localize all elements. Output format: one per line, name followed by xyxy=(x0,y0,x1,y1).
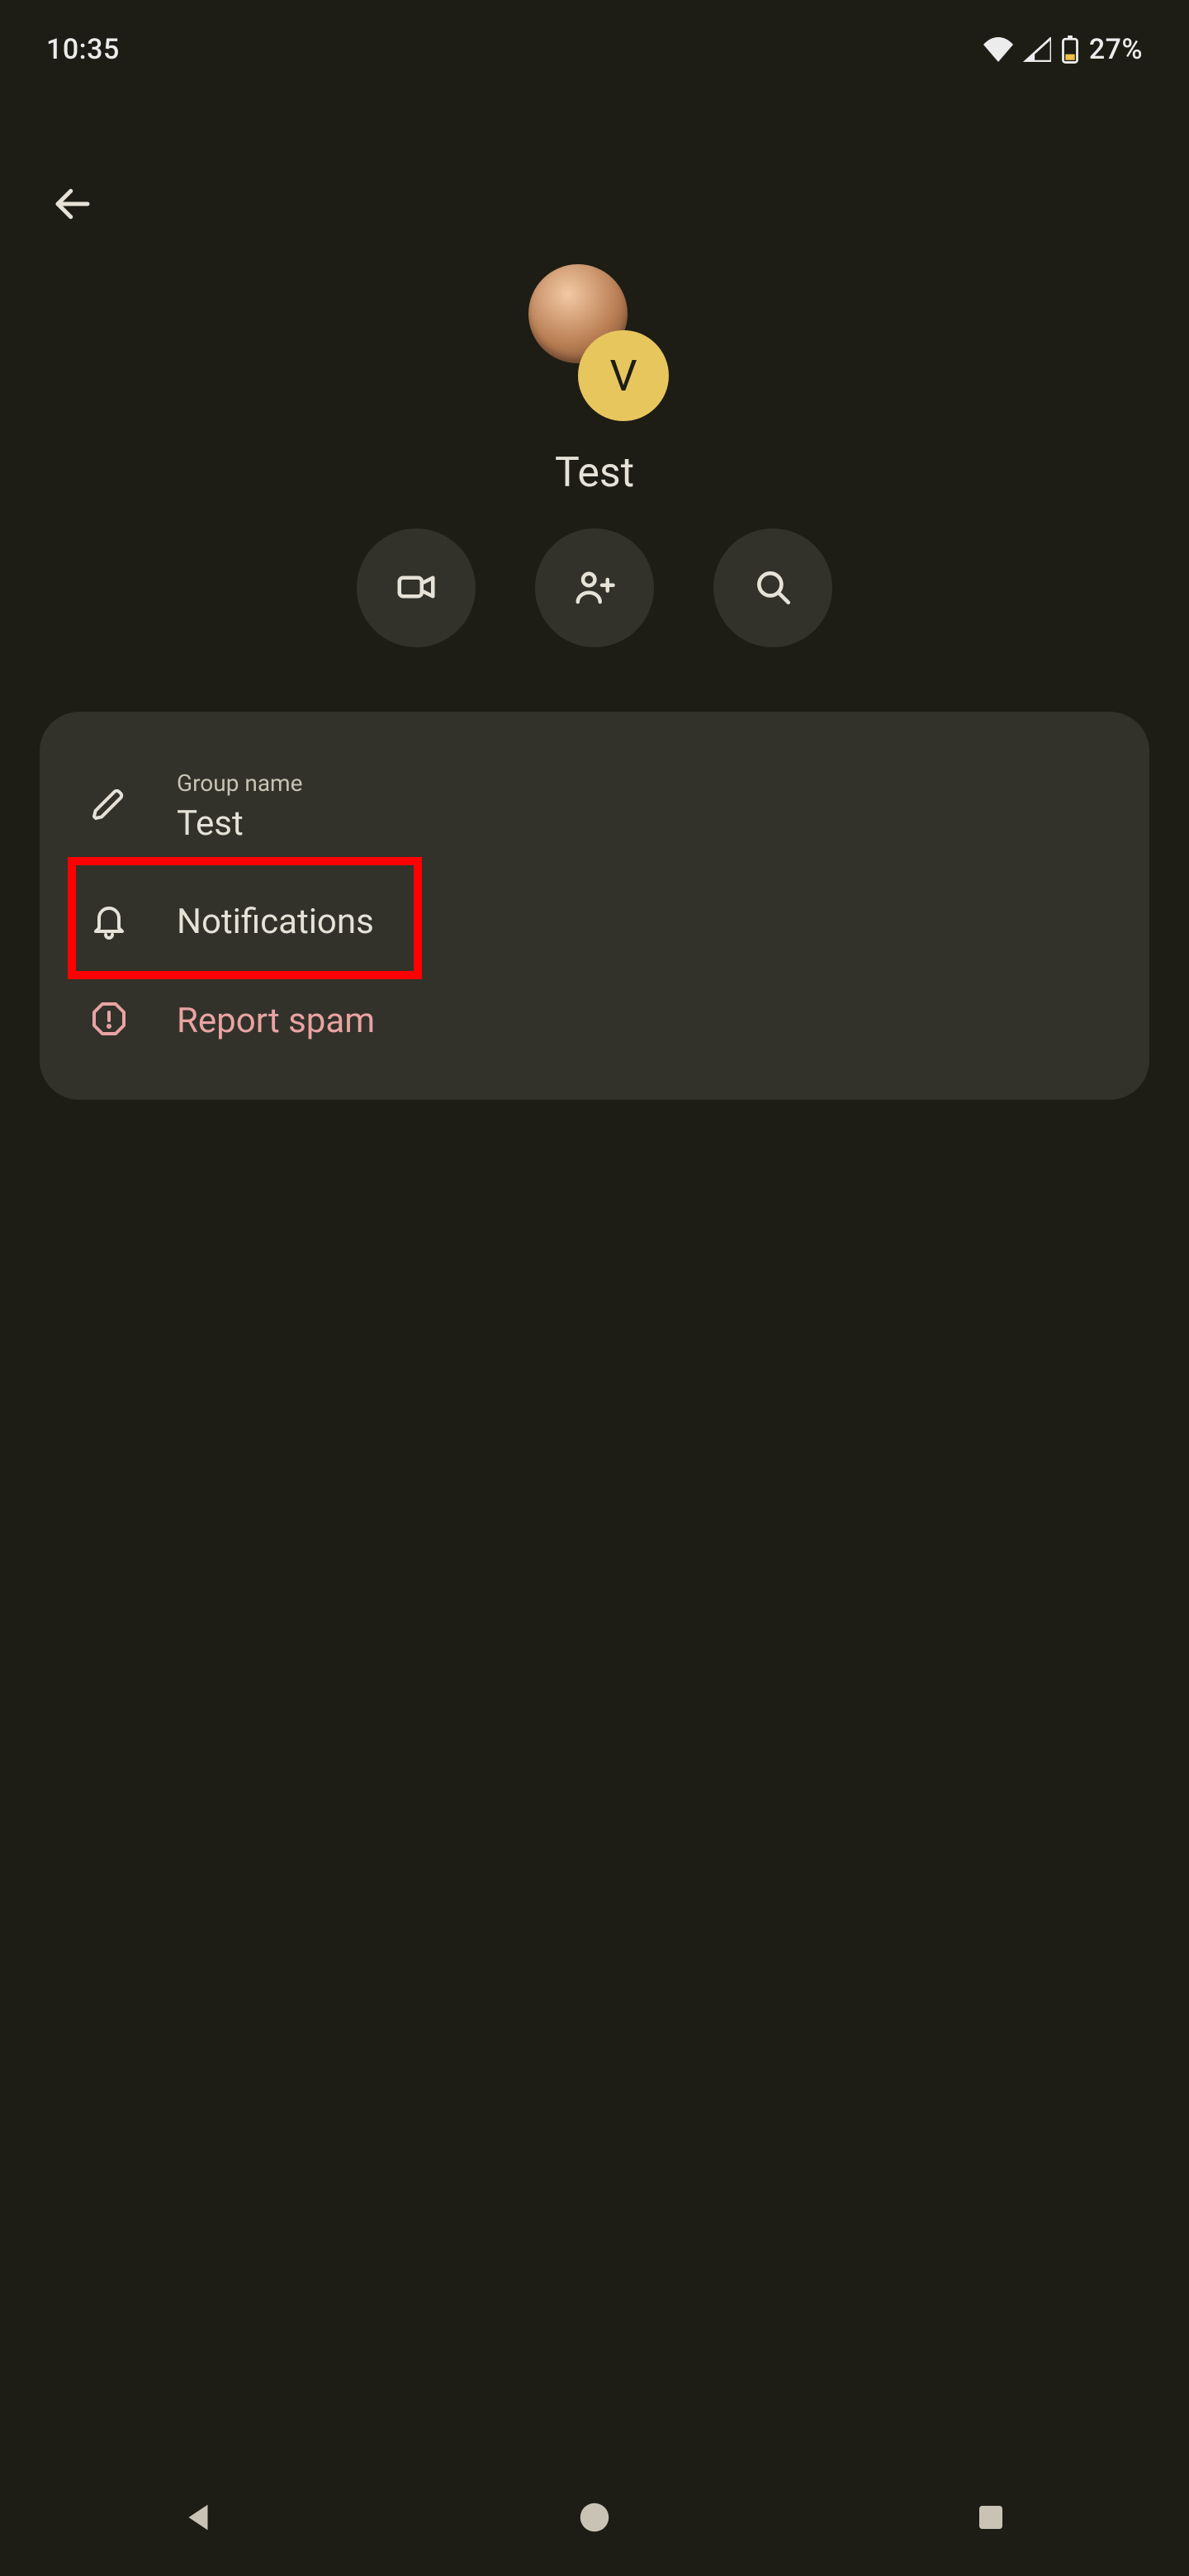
group-header: V Test xyxy=(0,264,1189,497)
nav-recents-button[interactable] xyxy=(908,2477,1073,2559)
wifi-icon xyxy=(983,37,1013,62)
add-person-button[interactable] xyxy=(535,528,654,647)
search-icon xyxy=(752,566,793,610)
notifications-label: Notifications xyxy=(177,902,374,942)
page-title: Test xyxy=(555,449,634,497)
avatar-stack[interactable]: V xyxy=(520,264,669,421)
nav-home-icon xyxy=(576,2498,613,2539)
status-bar: 10:35 27% xyxy=(0,0,1189,99)
notifications-row[interactable]: Notifications xyxy=(40,872,1149,971)
back-button[interactable] xyxy=(33,165,112,244)
group-name-row[interactable]: Group name Test xyxy=(40,741,1149,872)
cell-signal-icon xyxy=(1023,37,1051,62)
group-name-value: Test xyxy=(177,803,302,844)
nav-home-button[interactable] xyxy=(512,2477,677,2559)
group-name-label: Group name xyxy=(177,769,302,797)
report-spam-label: Report spam xyxy=(177,1001,375,1041)
battery-percent: 27% xyxy=(1089,33,1143,66)
system-nav-bar xyxy=(0,2460,1189,2576)
bell-icon xyxy=(89,900,129,943)
nav-back-icon xyxy=(179,2498,217,2539)
edit-icon xyxy=(89,785,129,828)
status-time: 10:35 xyxy=(46,33,120,66)
report-spam-row[interactable]: Report spam xyxy=(40,971,1149,1070)
battery-icon xyxy=(1061,36,1079,64)
nav-back-button[interactable] xyxy=(116,2477,281,2559)
video-icon xyxy=(394,565,438,612)
avatar-secondary: V xyxy=(578,330,669,421)
person-add-icon xyxy=(572,565,617,612)
report-icon xyxy=(89,999,129,1042)
status-right: 27% xyxy=(983,33,1143,66)
action-row xyxy=(0,528,1189,647)
video-call-button[interactable] xyxy=(357,528,476,647)
settings-card: Group name Test Notifications Report spa… xyxy=(40,712,1149,1100)
arrow-back-icon xyxy=(50,182,95,229)
search-button[interactable] xyxy=(713,528,832,647)
nav-recents-icon xyxy=(973,2500,1008,2537)
avatar-initial: V xyxy=(609,351,637,401)
